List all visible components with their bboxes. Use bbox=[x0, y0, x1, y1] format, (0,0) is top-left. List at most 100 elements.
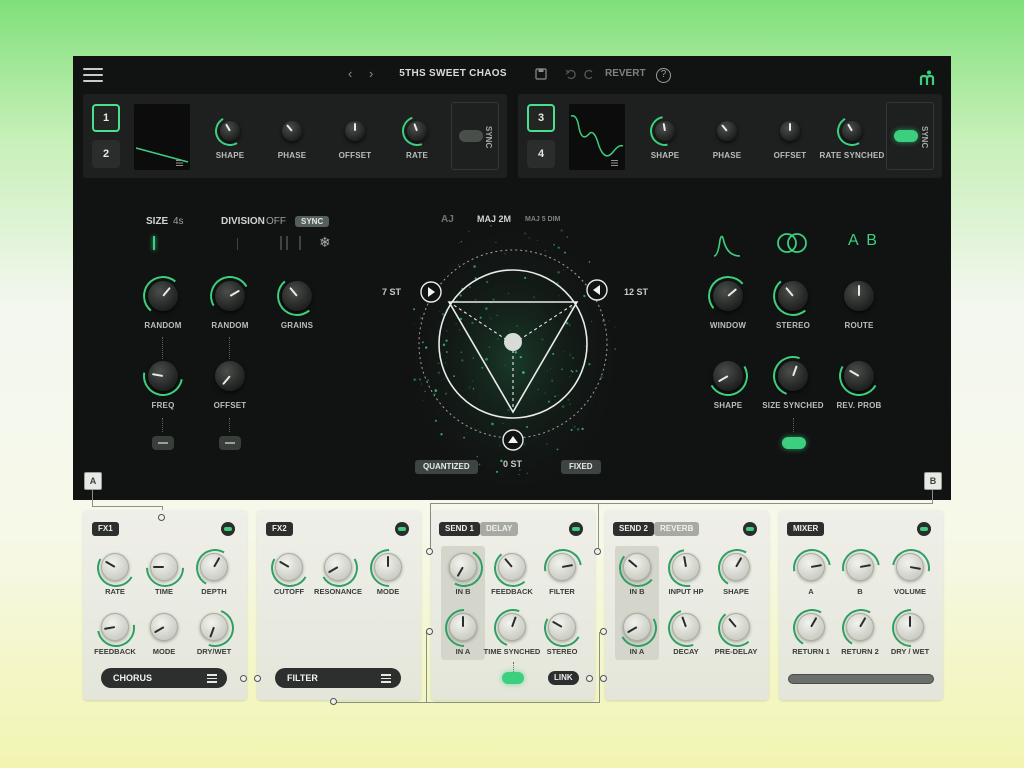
wire-node[interactable] bbox=[254, 675, 261, 682]
rev-prob-knob[interactable] bbox=[834, 351, 884, 401]
rate-knob[interactable] bbox=[92, 544, 140, 592]
chord-next-label[interactable]: MAJ 5 DIM bbox=[525, 216, 560, 223]
fx2-power-toggle[interactable] bbox=[395, 522, 409, 536]
route-a-box[interactable]: A bbox=[84, 472, 102, 490]
wire-node[interactable] bbox=[240, 675, 247, 682]
freq-toggle[interactable] bbox=[152, 436, 174, 450]
shape-knob[interactable] bbox=[644, 110, 686, 152]
rate-knob[interactable] bbox=[397, 111, 437, 151]
pitch-handle-left-icon[interactable] bbox=[419, 280, 443, 304]
chord-current-label[interactable]: MAJ 2M bbox=[477, 214, 511, 224]
send1-power-toggle[interactable] bbox=[569, 522, 583, 536]
fx1-type-selector[interactable]: CHORUS bbox=[101, 668, 227, 688]
return-2-knob[interactable] bbox=[837, 604, 885, 652]
stereo-rings-icon[interactable] bbox=[775, 232, 809, 254]
phase-knob[interactable] bbox=[717, 121, 737, 141]
lfo-waveform-display[interactable] bbox=[569, 104, 625, 170]
lfo-left-sync-toggle[interactable] bbox=[459, 130, 483, 142]
stereo-knob[interactable] bbox=[539, 604, 587, 652]
send2-power-toggle[interactable] bbox=[743, 522, 757, 536]
window-shape-icon[interactable] bbox=[712, 228, 742, 258]
redo-icon[interactable] bbox=[583, 68, 595, 80]
b-knob[interactable] bbox=[834, 541, 888, 595]
size-synched-toggle[interactable] bbox=[782, 437, 806, 449]
size-value[interactable]: 4s bbox=[173, 216, 184, 227]
random-knob[interactable] bbox=[141, 274, 185, 318]
lfo-1-button[interactable]: 1 bbox=[92, 104, 120, 132]
feedback-knob[interactable] bbox=[89, 601, 143, 655]
link-button[interactable]: LINK bbox=[548, 671, 579, 685]
menu-icon[interactable] bbox=[83, 68, 103, 82]
lfo-waveform-display[interactable] bbox=[134, 104, 190, 170]
offset-knob[interactable] bbox=[345, 121, 365, 141]
freq-knob[interactable] bbox=[135, 348, 191, 404]
offset-knob[interactable] bbox=[215, 361, 245, 391]
in-a-knob[interactable] bbox=[614, 604, 662, 652]
wire-node[interactable] bbox=[600, 675, 607, 682]
wire-node[interactable] bbox=[330, 698, 337, 705]
fx1-power-toggle[interactable] bbox=[221, 522, 235, 536]
shape-knob[interactable] bbox=[713, 544, 761, 592]
mode-knob[interactable] bbox=[150, 613, 178, 641]
decay-knob[interactable] bbox=[661, 602, 713, 654]
shape-knob[interactable] bbox=[703, 351, 753, 401]
volume-knob[interactable] bbox=[884, 541, 938, 595]
mode-knob[interactable] bbox=[362, 541, 416, 595]
depth-knob[interactable] bbox=[191, 544, 239, 592]
wire-node[interactable] bbox=[586, 675, 593, 682]
undo-icon[interactable] bbox=[565, 68, 577, 80]
mixer-power-toggle[interactable] bbox=[917, 522, 931, 536]
help-icon[interactable]: ? bbox=[656, 68, 671, 83]
revert-button[interactable]: REVERT bbox=[605, 68, 646, 79]
filter-knob[interactable] bbox=[536, 541, 590, 595]
stereo-knob[interactable] bbox=[771, 274, 815, 318]
send1-type-tag[interactable]: DELAY bbox=[480, 522, 519, 536]
in-b-knob[interactable] bbox=[617, 547, 659, 589]
division-value[interactable]: OFF bbox=[266, 216, 286, 227]
lfo-4-button[interactable]: 4 bbox=[527, 140, 555, 168]
freeze-icon[interactable]: ❄ bbox=[319, 234, 331, 251]
sync-tag[interactable]: SYNC bbox=[295, 216, 330, 227]
shape-knob[interactable] bbox=[211, 112, 249, 150]
phase-knob[interactable] bbox=[282, 121, 302, 141]
pre-delay-knob[interactable] bbox=[716, 607, 758, 649]
resonance-knob[interactable] bbox=[315, 544, 363, 592]
size-synched-knob[interactable] bbox=[766, 349, 820, 403]
route-b-box[interactable]: B bbox=[924, 472, 942, 490]
dry-wet-knob[interactable] bbox=[189, 602, 241, 654]
route-ab-label[interactable]: A B bbox=[848, 232, 879, 250]
time-synched-knob[interactable] bbox=[487, 602, 539, 654]
route-knob[interactable] bbox=[844, 281, 874, 311]
a-knob[interactable] bbox=[785, 541, 839, 595]
rate-synched-knob[interactable] bbox=[833, 112, 871, 150]
window-knob[interactable] bbox=[706, 274, 750, 318]
prev-preset-button[interactable]: ‹ bbox=[348, 66, 352, 81]
random-knob[interactable] bbox=[205, 271, 255, 321]
cutoff-knob[interactable] bbox=[266, 544, 314, 592]
time-knob[interactable] bbox=[138, 541, 192, 595]
in-b-knob[interactable] bbox=[440, 544, 488, 592]
wire-node[interactable] bbox=[426, 628, 433, 635]
quantized-button[interactable]: QUANTIZED bbox=[415, 460, 478, 474]
wire-node[interactable] bbox=[594, 548, 601, 555]
mixer-crossfader[interactable] bbox=[788, 674, 934, 684]
lfo-2-button[interactable]: 2 bbox=[92, 140, 120, 168]
return-1-knob[interactable] bbox=[788, 604, 836, 652]
wire-node[interactable] bbox=[426, 548, 433, 555]
pitch-handle-right-icon[interactable] bbox=[585, 278, 609, 302]
chord-prev-label[interactable]: AJ bbox=[441, 214, 454, 225]
input-hp-knob[interactable] bbox=[660, 541, 714, 595]
dry-wet-knob[interactable] bbox=[884, 601, 938, 655]
feedback-knob[interactable] bbox=[492, 547, 534, 589]
pitch-handle-bottom-icon[interactable] bbox=[501, 428, 525, 452]
offset-toggle[interactable] bbox=[219, 436, 241, 450]
grains-knob[interactable] bbox=[275, 274, 319, 318]
in-a-knob[interactable] bbox=[437, 601, 491, 655]
wire-node[interactable] bbox=[600, 628, 607, 635]
fx2-type-selector[interactable]: FILTER bbox=[275, 668, 401, 688]
send2-type-tag[interactable]: REVERB bbox=[654, 522, 700, 536]
offset-knob[interactable] bbox=[780, 121, 800, 141]
wire-node[interactable] bbox=[158, 514, 165, 521]
fixed-button[interactable]: FIXED bbox=[561, 460, 601, 474]
save-icon[interactable] bbox=[535, 68, 547, 80]
